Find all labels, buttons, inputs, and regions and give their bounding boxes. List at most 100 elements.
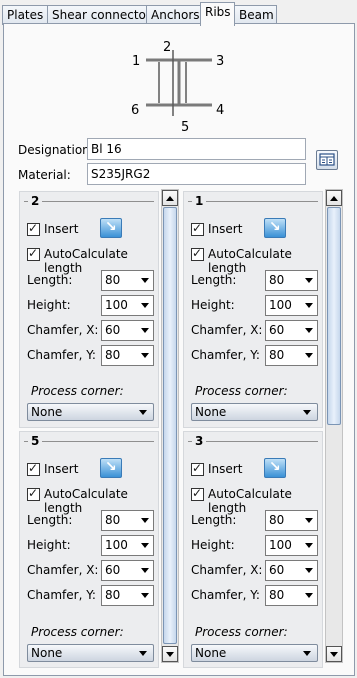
height-combo[interactable]: 100 (265, 295, 318, 316)
chevron-down-icon (303, 651, 311, 656)
chevron-down-icon (305, 543, 313, 548)
process-corner-label: Process corner: (31, 384, 124, 398)
chamfer-x-combo[interactable]: 60 (265, 320, 318, 341)
chevron-down-icon (303, 410, 311, 415)
diagram-label-1: 1 (132, 54, 140, 69)
chamfer-x-label: Chamfer, X: (27, 563, 99, 577)
chevron-down-icon (141, 593, 149, 598)
insert-checkbox[interactable] (191, 221, 204, 236)
chevron-down-icon (139, 410, 147, 415)
chamfer-y-label: Chamfer, Y: (27, 348, 96, 362)
autocalculate-checkbox[interactable] (191, 246, 204, 261)
process-corner-combo[interactable]: None (27, 644, 154, 662)
autocalculate-checkbox[interactable] (27, 486, 40, 501)
vertical-scrollbar-left[interactable] (161, 189, 179, 663)
chevron-down-icon (141, 518, 149, 523)
chamfer-y-label: Chamfer, Y: (191, 588, 260, 602)
chamfer-y-combo[interactable]: 80 (265, 345, 318, 366)
ribs-dialog: Plates Shear connector Anchors Ribs Beam… (0, 0, 357, 678)
process-corner-label: Process corner: (31, 625, 124, 639)
height-label: Height: (27, 298, 71, 312)
chevron-down-icon (305, 278, 313, 283)
insert-label: Insert (208, 462, 243, 476)
tab-shear-connector[interactable]: Shear connector (47, 5, 151, 25)
chamfer-x-combo[interactable]: 60 (101, 320, 154, 341)
scroll-up-button[interactable] (326, 190, 342, 206)
designation-field[interactable]: Bl 16 (87, 138, 306, 160)
rib-group-title: 1 (192, 193, 207, 209)
chamfer-x-label: Chamfer, X: (191, 563, 263, 577)
length-label: Length: (191, 513, 237, 527)
pick-direction-button[interactable] (100, 218, 122, 238)
pick-direction-button[interactable] (264, 218, 286, 238)
length-combo[interactable]: 80 (265, 510, 318, 531)
insert-checkbox[interactable] (27, 461, 40, 476)
chamfer-y-combo[interactable]: 80 (101, 585, 154, 606)
chamfer-x-combo[interactable]: 60 (101, 560, 154, 581)
tab-ribs[interactable]: Ribs (200, 2, 235, 26)
height-label: Height: (191, 298, 235, 312)
material-label: Material: (18, 168, 71, 182)
material-field[interactable]: S235JRG2 (87, 163, 306, 185)
chevron-down-icon (141, 278, 149, 283)
scroll-up-button[interactable] (162, 190, 178, 206)
process-corner-combo[interactable]: None (27, 403, 154, 421)
catalog-button[interactable] (316, 150, 338, 170)
height-combo[interactable]: 100 (101, 295, 154, 316)
length-combo[interactable]: 80 (265, 270, 318, 291)
tab-beam[interactable]: Beam (234, 5, 277, 25)
length-combo[interactable]: 80 (101, 270, 154, 291)
chevron-down-icon (305, 353, 313, 358)
diagram-label-2: 2 (163, 40, 171, 55)
insert-checkbox[interactable] (27, 221, 40, 236)
rib-group-1: 1 Insert AutoCalculate length Length: 80… (183, 191, 323, 428)
chevron-down-icon (305, 568, 313, 573)
process-corner-label: Process corner: (195, 625, 288, 639)
tab-plates[interactable]: Plates (2, 5, 48, 25)
diagram-label-5: 5 (181, 120, 189, 134)
rib-group-title: 2 (28, 193, 43, 209)
height-label: Height: (27, 538, 71, 552)
vertical-scrollbar-right[interactable] (325, 189, 343, 663)
insert-label: Insert (44, 462, 79, 476)
insert-label: Insert (44, 222, 79, 236)
chamfer-y-combo[interactable]: 80 (101, 345, 154, 366)
process-corner-combo[interactable]: None (191, 644, 318, 662)
chamfer-x-label: Chamfer, X: (191, 323, 263, 337)
process-corner-combo[interactable]: None (191, 403, 318, 421)
insert-checkbox[interactable] (191, 461, 204, 476)
rib-group-5: 5 Insert AutoCalculate length Length: 80… (19, 431, 159, 668)
scroll-thumb[interactable] (163, 207, 177, 644)
scroll-thumb[interactable] (327, 207, 341, 425)
height-combo[interactable]: 100 (101, 535, 154, 556)
process-corner-label: Process corner: (195, 384, 288, 398)
chevron-down-icon (305, 328, 313, 333)
chamfer-y-combo[interactable]: 80 (265, 585, 318, 606)
chamfer-x-combo[interactable]: 60 (265, 560, 318, 581)
chamfer-y-label: Chamfer, Y: (27, 588, 96, 602)
insert-label: Insert (208, 222, 243, 236)
height-combo[interactable]: 100 (265, 535, 318, 556)
diagram-label-3: 3 (216, 54, 224, 69)
rib-group-title: 5 (28, 433, 43, 449)
catalog-icon (319, 153, 335, 166)
autocalculate-checkbox[interactable] (191, 486, 204, 501)
chamfer-x-label: Chamfer, X: (27, 323, 99, 337)
chevron-down-icon (139, 651, 147, 656)
rib-position-diagram: 1 2 3 4 5 6 (131, 40, 224, 134)
designation-label: Designation: (18, 143, 94, 157)
scroll-down-button[interactable] (162, 646, 178, 662)
pick-direction-button[interactable] (264, 458, 286, 478)
rib-group-3: 3 Insert AutoCalculate length Length: 80… (183, 431, 323, 668)
autocalculate-checkbox[interactable] (27, 246, 40, 261)
scroll-down-button[interactable] (326, 646, 342, 662)
chevron-down-icon (141, 543, 149, 548)
length-label: Length: (27, 273, 73, 287)
length-combo[interactable]: 80 (101, 510, 154, 531)
diagram-label-6: 6 (131, 103, 139, 118)
length-label: Length: (191, 273, 237, 287)
length-label: Length: (27, 513, 73, 527)
tab-anchors[interactable]: Anchors (146, 5, 201, 25)
rib-group-title: 3 (192, 433, 207, 449)
pick-direction-button[interactable] (100, 458, 122, 478)
